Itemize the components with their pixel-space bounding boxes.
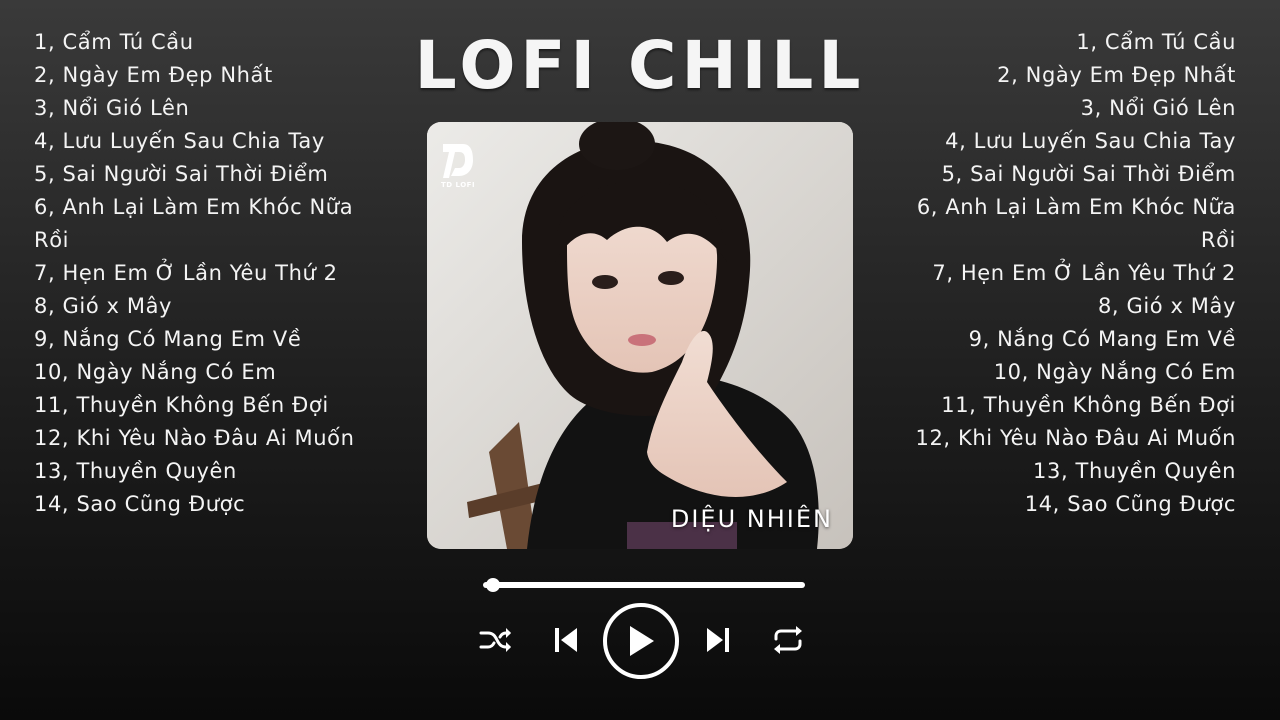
track-item[interactable]: 3, Nổi Gió Lên [896, 92, 1236, 125]
skip-next-icon [707, 628, 729, 652]
repeat-button[interactable] [768, 622, 808, 658]
track-item[interactable]: 1, Cẩm Tú Cầu [896, 26, 1236, 59]
track-list-right: 1, Cẩm Tú Cầu 2, Ngày Em Đẹp Nhất 3, Nổi… [896, 26, 1236, 521]
track-item[interactable]: 7, Hẹn Em Ở Lần Yêu Thứ 2 [896, 257, 1236, 290]
track-item[interactable]: 5, Sai Người Sai Thời Điểm [34, 158, 374, 191]
track-item[interactable]: 2, Ngày Em Đẹp Nhất [896, 59, 1236, 92]
track-item[interactable]: 9, Nắng Có Mang Em Về [34, 323, 374, 356]
progress-bar[interactable] [483, 578, 805, 592]
cover-photo [427, 122, 853, 549]
track-item[interactable]: 6, Anh Lại Làm Em Khóc Nữa Rồi [896, 191, 1236, 257]
track-item[interactable]: 11, Thuyền Không Bến Đợi [34, 389, 374, 422]
track-list-left: 1, Cẩm Tú Cầu 2, Ngày Em Đẹp Nhất 3, Nổi… [34, 26, 374, 521]
shuffle-icon [479, 628, 511, 652]
track-item[interactable]: 1, Cẩm Tú Cầu [34, 26, 374, 59]
track-item[interactable]: 12, Khi Yêu Nào Đâu Ai Muốn [34, 422, 374, 455]
track-item[interactable]: 14, Sao Cũng Được [896, 488, 1236, 521]
progress-handle[interactable] [485, 578, 500, 592]
track-item[interactable]: 10, Ngày Nắng Có Em [34, 356, 374, 389]
play-icon [630, 626, 654, 656]
track-item[interactable]: 10, Ngày Nắng Có Em [896, 356, 1236, 389]
previous-track-button[interactable] [548, 622, 584, 658]
track-item[interactable]: 4, Lưu Luyến Sau Chia Tay [34, 125, 374, 158]
track-item[interactable]: 4, Lưu Luyến Sau Chia Tay [896, 125, 1236, 158]
track-item[interactable]: 3, Nổi Gió Lên [34, 92, 374, 125]
track-item[interactable]: 9, Nắng Có Mang Em Về [896, 323, 1236, 356]
track-item[interactable]: 14, Sao Cũng Được [34, 488, 374, 521]
lofi-playlist-screen: 1, Cẩm Tú Cầu 2, Ngày Em Đẹp Nhất 3, Nổi… [0, 0, 1280, 720]
artist-name: DIỆU NHIÊN [670, 505, 833, 533]
next-track-button[interactable] [700, 622, 736, 658]
track-item[interactable]: 13, Thuyền Quyên [896, 455, 1236, 488]
track-item[interactable]: 12, Khi Yêu Nào Đâu Ai Muốn [896, 422, 1236, 455]
td-lofi-logo-icon [443, 144, 473, 178]
track-item[interactable]: 8, Gió x Mây [34, 290, 374, 323]
logo-text: TD LOFI [441, 181, 476, 189]
track-item[interactable]: 8, Gió x Mây [896, 290, 1236, 323]
track-item[interactable]: 11, Thuyền Không Bến Đợi [896, 389, 1236, 422]
progress-track [483, 582, 805, 588]
shuffle-button[interactable] [478, 622, 514, 658]
track-item[interactable]: 5, Sai Người Sai Thời Điểm [896, 158, 1236, 191]
album-cover: TD LOFI DIỆU NHIÊN [427, 122, 853, 549]
track-item[interactable]: 13, Thuyền Quyên [34, 455, 374, 488]
skip-previous-icon [555, 628, 577, 652]
track-item[interactable]: 7, Hẹn Em Ở Lần Yêu Thứ 2 [34, 257, 374, 290]
track-item[interactable]: 6, Anh Lại Làm Em Khóc Nữa Rồi [34, 191, 374, 257]
repeat-icon [774, 626, 802, 654]
playlist-title: LOFI CHILL [414, 27, 866, 104]
play-button[interactable] [603, 603, 679, 679]
track-item[interactable]: 2, Ngày Em Đẹp Nhất [34, 59, 374, 92]
